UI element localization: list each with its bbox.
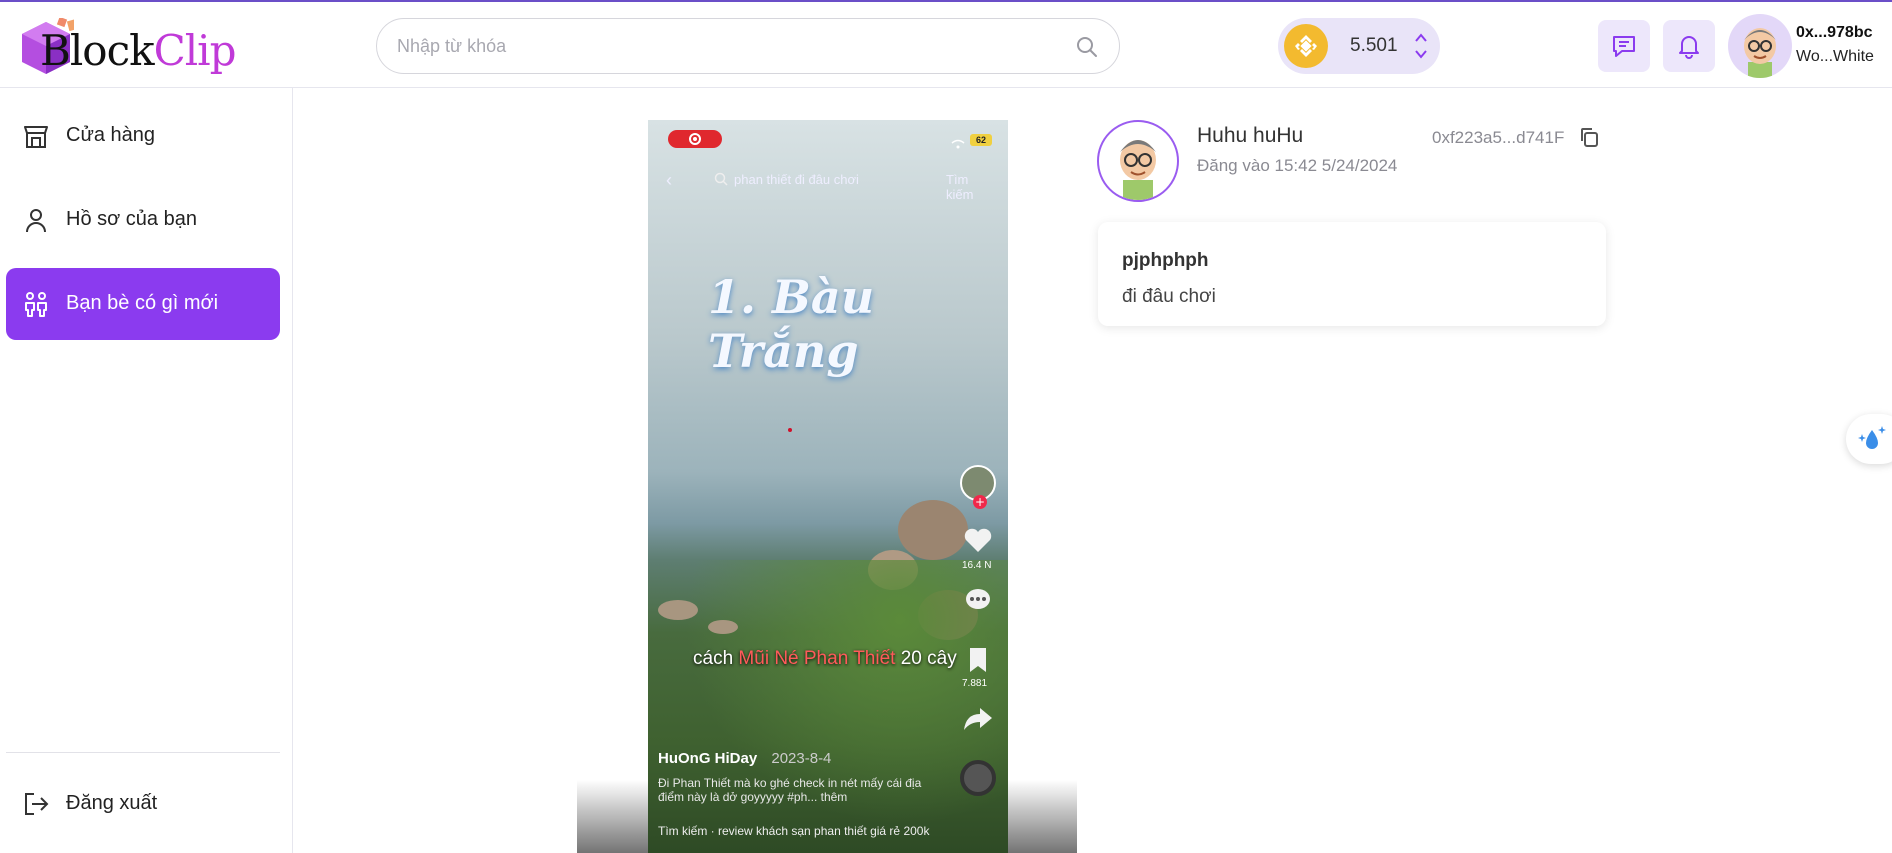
notifications-button[interactable] [1663,20,1715,72]
post-wallet-address: 0xf223a5...d741F [1432,128,1565,147]
back-arrow-icon: ‹ [666,170,672,190]
search-icon [714,172,728,186]
bell-icon [1679,36,1699,59]
sidebar-item-label: Bạn bè có gì mới [66,292,219,314]
store-icon [24,126,48,148]
user-icon [26,209,46,233]
video-search-bar: ‹ phan thiết đi đâu chơi Tìm kiếm [666,168,996,202]
video-search-text: phan thiết đi đâu chơi [734,172,859,187]
follow-plus-icon: + [973,495,987,509]
save-count: 7.881 [962,678,988,689]
video-description: Đi Phan Thiết mà ko ghé check in nét mấy… [658,776,922,804]
post-author-avatar[interactable] [1097,120,1179,202]
post-text: đi đâu chơi [1122,286,1216,307]
logout-label: Đăng xuất [66,792,158,814]
friends-icon [25,292,47,317]
copy-icon[interactable] [1578,126,1600,148]
video-search-button: Tìm kiếm [946,172,974,202]
wallet-balance[interactable]: 5.501 [1278,18,1440,74]
battery-level: 62 [970,134,992,146]
top-bar: BlockClip 5.501 [0,0,1892,88]
chevron-updown-icon[interactable] [1414,30,1428,62]
like-count: 16.4 N [962,560,992,571]
bookmark-icon [970,648,986,672]
cursor-dot [788,428,792,432]
user-name: Wo...White [1796,48,1874,65]
search-bar[interactable] [376,18,1120,74]
avatar-face-icon [1120,140,1156,200]
sidebar-item-label: Cửa hàng [66,124,156,146]
search-icon[interactable] [1075,35,1099,59]
video-footer-search: Tìm kiếm · review khách sạn phan thiết g… [658,824,930,838]
sidebar-divider [6,752,280,753]
search-input[interactable] [397,31,1057,61]
post-card: pjphphph đi đâu chơi [1098,222,1606,326]
wifi-icon [948,134,968,149]
floating-action-button[interactable] [1846,414,1892,464]
post-timestamp: Đăng vào 15:42 5/24/2024 [1197,156,1398,175]
music-disc-icon [960,760,996,796]
video-title-overlay: 1. Bàu Trắng [708,270,875,378]
sparkle-drop-icon [1858,426,1886,449]
blockclip-logo[interactable]: BlockClip [16,12,236,80]
post-author-name[interactable]: Huhu huHu [1197,124,1303,148]
chat-icon [1613,36,1635,57]
sidebar-item-profile[interactable]: Hồ sơ của bạn [6,184,280,256]
logout-icon [25,793,49,815]
heart-icon [964,528,992,552]
sidebar-item-label: Hồ sơ của bạn [66,208,197,230]
avatar-face-icon [1744,28,1776,78]
user-address: 0x...978bc [1796,24,1873,41]
wallet-balance-value: 5.501 [1350,35,1398,56]
logout-button[interactable]: Đăng xuất [6,768,280,840]
messages-button[interactable] [1598,20,1650,72]
sidebar: Cửa hàng Hồ sơ của bạn Bạn bè có gì mới … [0,88,293,853]
sidebar-item-store[interactable]: Cửa hàng [6,100,280,172]
bnb-icon [1284,24,1328,68]
sidebar-item-friends-news[interactable]: Bạn bè có gì mới [6,268,280,340]
video-caption: cách Mũi Né Phan Thiết 20 cây [693,648,957,669]
video-player[interactable]: 62 ‹ phan thiết đi đâu chơi Tìm kiếm 1. … [648,120,1008,853]
post-title: pjphphph [1122,250,1209,271]
comment-icon [966,589,990,609]
user-avatar[interactable] [1728,14,1792,78]
share-icon [964,708,992,730]
video-author: HuOnG HiDay 2023-8-4 [658,750,832,767]
logo-text: BlockClip [40,26,236,75]
record-indicator [668,130,722,148]
